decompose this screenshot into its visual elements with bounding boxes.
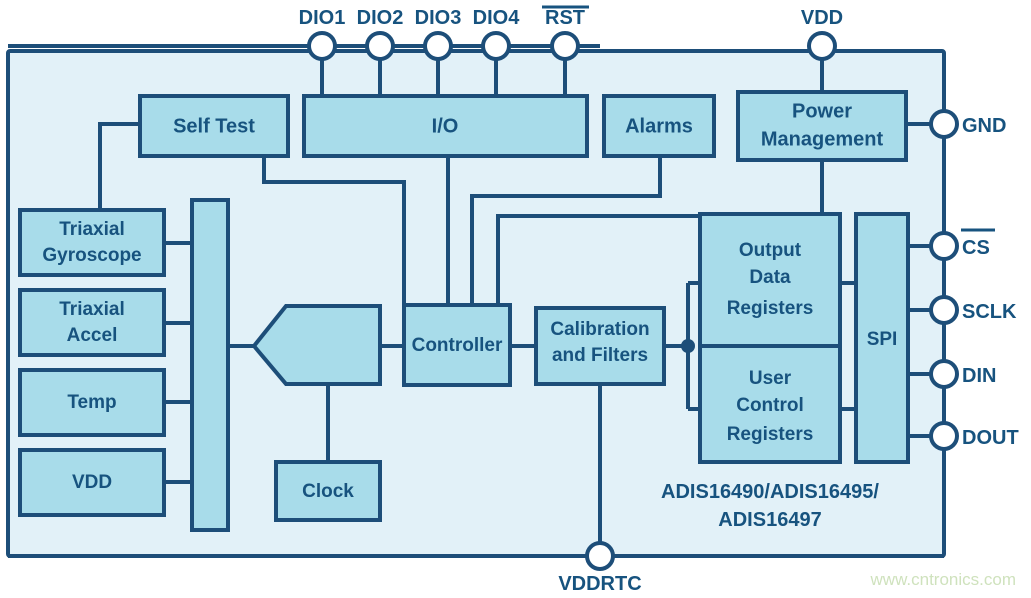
block-mux-bar[interactable] [190, 198, 230, 532]
pin-label-rst: RST [545, 7, 585, 29]
block-triaxial-accel-label-line2: Accel [67, 325, 118, 346]
block-output-data-registers[interactable]: Output Data Registers [698, 212, 842, 348]
block-user-control-registers[interactable]: User Control Registers [698, 344, 842, 464]
pin-label-dout: DOUT [962, 427, 1019, 449]
pin-dio2[interactable] [365, 31, 395, 61]
block-output-data-registers-label-line2: Data [749, 267, 791, 288]
pin-label-cs: CS [962, 237, 990, 259]
block-vdd-sensor[interactable]: VDD [18, 448, 166, 517]
pin-cs[interactable] [929, 231, 959, 261]
part-number-line1: ADIS16490/ADIS16495/ [661, 481, 879, 503]
block-calibration-label-line1: Calibration [550, 319, 649, 340]
block-user-control-registers-label-line2: Control [736, 395, 804, 416]
pin-dout[interactable] [929, 421, 959, 451]
part-number-line2: ADIS16497 [718, 509, 821, 531]
pin-label-dio1: DIO1 [299, 7, 346, 29]
block-spi-label: SPI [867, 329, 898, 350]
block-clock[interactable]: Clock [274, 460, 382, 522]
block-self-test[interactable]: Self Test [138, 94, 290, 158]
block-io-label: I/O [432, 115, 459, 137]
block-mux-bar-box [190, 198, 230, 532]
block-triaxial-accel[interactable]: Triaxial Accel [18, 288, 166, 357]
block-output-data-registers-label-line1: Output [739, 240, 802, 261]
block-triaxial-gyroscope-label-line2: Gyroscope [42, 245, 141, 266]
pin-dio3[interactable] [423, 31, 453, 61]
pin-label-vdd: VDD [801, 7, 843, 29]
functional-block-diagram: Self Test I/O Alarms Power Management Tr… [6, 5, 1019, 595]
block-diagram-canvas: Self Test I/O Alarms Power Management Tr… [0, 0, 1031, 598]
block-io[interactable]: I/O [302, 94, 589, 158]
block-controller[interactable]: Controller [402, 303, 512, 387]
junction-dot-calibration [681, 339, 695, 353]
block-user-control-registers-label-line3: Registers [727, 424, 814, 445]
pin-label-dio4: DIO4 [473, 7, 521, 29]
block-user-control-registers-label-line1: User [749, 368, 792, 389]
block-alarms[interactable]: Alarms [602, 94, 716, 158]
block-output-data-registers-label-line3: Registers [727, 298, 814, 319]
block-self-test-label: Self Test [173, 115, 255, 137]
block-vdd-sensor-label: VDD [72, 472, 112, 493]
block-triaxial-gyroscope[interactable]: Triaxial Gyroscope [18, 208, 166, 277]
pin-sclk[interactable] [929, 295, 959, 325]
pin-vdd[interactable] [807, 31, 837, 61]
pin-label-sclk: SCLK [962, 301, 1017, 323]
block-clock-label: Clock [302, 481, 354, 502]
block-temp[interactable]: Temp [18, 368, 166, 437]
block-power-management-label-line1: Power [792, 100, 852, 122]
pin-label-dio2: DIO2 [357, 7, 404, 29]
pin-label-dio3: DIO3 [415, 7, 462, 29]
pin-rst[interactable] [550, 31, 580, 61]
pin-label-din: DIN [962, 365, 996, 387]
watermark-text: www.cntronics.com [870, 570, 1016, 589]
pin-vddrtc[interactable] [585, 541, 615, 571]
pin-label-gnd: GND [962, 115, 1006, 137]
block-calibration-label-line2: and Filters [552, 345, 648, 366]
pin-gnd[interactable] [929, 109, 959, 139]
block-temp-label: Temp [67, 392, 116, 413]
block-power-management[interactable]: Power Management [736, 90, 908, 162]
pin-dio1[interactable] [307, 31, 337, 61]
pin-label-vddrtc: VDDRTC [558, 573, 641, 595]
block-triaxial-accel-label-line1: Triaxial [59, 299, 125, 320]
pin-din[interactable] [929, 359, 959, 389]
block-spi[interactable]: SPI [854, 212, 910, 464]
block-calibration-and-filters[interactable]: Calibration and Filters [534, 306, 666, 386]
block-power-management-label-line2: Management [761, 128, 884, 150]
pin-dio4[interactable] [481, 31, 511, 61]
block-alarms-label: Alarms [625, 115, 693, 137]
block-controller-label: Controller [412, 335, 503, 356]
block-triaxial-gyroscope-label-line1: Triaxial [59, 219, 125, 240]
